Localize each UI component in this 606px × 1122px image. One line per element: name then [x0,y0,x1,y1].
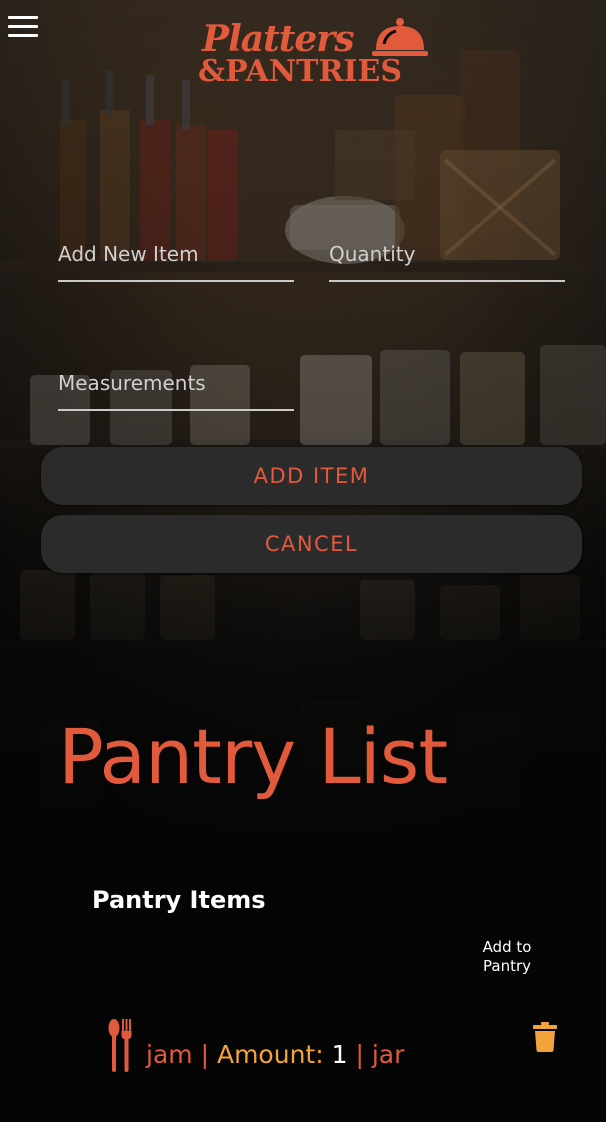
list-item-text: jam | Amount: 1 | jar [146,1040,404,1069]
add-item-button[interactable]: ADD ITEM [41,447,582,505]
utensils-icon [108,1019,132,1072]
list-item: jam | Amount: 1 | jar [0,1010,606,1080]
item-separator: | [355,1040,364,1069]
measurements-input[interactable] [58,371,294,395]
cancel-button[interactable]: CANCEL [41,515,582,573]
page-title: Pantry List [58,712,448,801]
trash-icon[interactable] [533,1022,557,1052]
quantity-field[interactable] [329,232,565,282]
amount-value: 1 [331,1040,348,1069]
item-name-field[interactable] [58,232,294,282]
add-to-pantry-column-header: Add to Pantry [470,938,544,976]
item-name: jam [146,1040,193,1069]
item-unit: jar [371,1040,405,1069]
pantry-items-heading: Pantry Items [92,886,266,914]
cloche-icon [372,18,428,56]
column-header-line1: Add to [482,938,532,956]
measurements-field[interactable] [58,361,294,411]
quantity-input[interactable] [329,242,565,266]
hamburger-menu-icon[interactable] [8,16,38,38]
amount-label: Amount: [216,1040,324,1069]
column-header-line2: Pantry [483,957,531,975]
item-separator: | [200,1040,210,1069]
item-name-input[interactable] [58,242,294,266]
app-page: Platters &PANTRIES ADD ITEM CANCEL Pantr… [0,0,606,1122]
platters-pantries-logo[interactable]: Platters &PANTRIES [196,14,430,90]
